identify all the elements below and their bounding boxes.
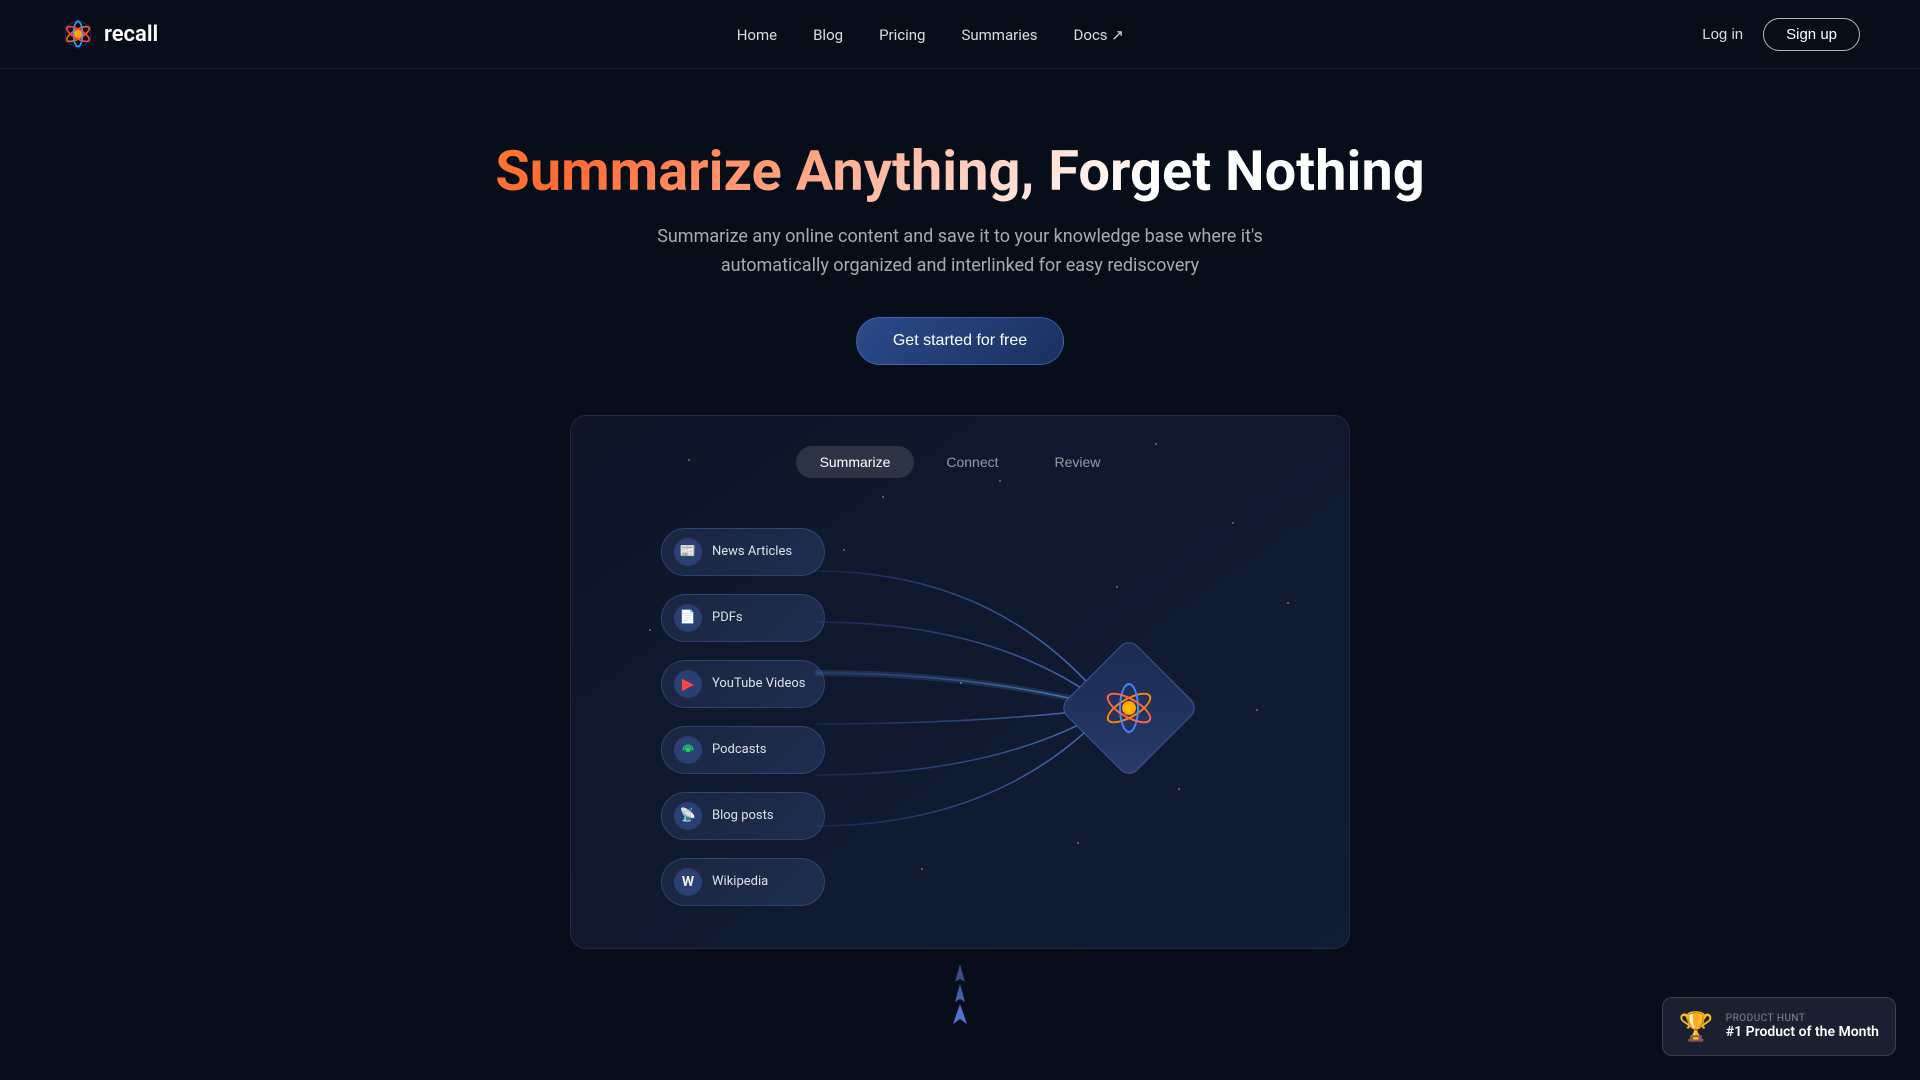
trophy-icon: 🏆: [1679, 1010, 1714, 1043]
source-node-youtube[interactable]: ▶ YouTube Videos: [661, 660, 825, 708]
demo-tabs: Summarize Connect Review: [601, 446, 1319, 478]
ph-text-group: PRODUCT HUNT #1 Product of the Month: [1726, 1013, 1879, 1040]
signup-button[interactable]: Sign up: [1763, 18, 1860, 51]
source-node-podcasts[interactable]: Podcasts: [661, 726, 825, 774]
orb-center-dot: [1122, 701, 1136, 715]
diagram-area: 📰 News Articles 📄 PDFs ▶ YouTube Videos …: [601, 518, 1319, 898]
logo-link[interactable]: recall: [60, 16, 158, 52]
navbar: recall Home Blog Pricing Summaries Docs …: [0, 0, 1920, 69]
tab-review[interactable]: Review: [1031, 446, 1125, 478]
logo-text: recall: [104, 22, 158, 47]
pdf-icon: 📄: [674, 604, 702, 632]
hero-title: Summarize Anything, Forget Nothing: [20, 139, 1900, 203]
source-nodes: 📰 News Articles 📄 PDFs ▶ YouTube Videos …: [661, 528, 825, 906]
pdf-label: PDFs: [712, 610, 743, 625]
podcast-icon: [674, 736, 702, 764]
ph-label: PRODUCT HUNT: [1726, 1013, 1879, 1024]
nav-actions: Log in Sign up: [1702, 18, 1860, 51]
ph-title: #1 Product of the Month: [1726, 1024, 1879, 1040]
tab-connect[interactable]: Connect: [922, 446, 1022, 478]
wikipedia-icon: W: [674, 868, 702, 896]
hero-section: Summarize Anything, Forget Nothing Summa…: [0, 69, 1920, 949]
nav-summaries[interactable]: Summaries: [961, 26, 1037, 44]
cta-button[interactable]: Get started for free: [856, 317, 1064, 365]
source-node-blog[interactable]: 📡 Blog posts: [661, 792, 825, 840]
source-node-wikipedia[interactable]: W Wikipedia: [661, 858, 825, 906]
source-node-news[interactable]: 📰 News Articles: [661, 528, 825, 576]
nav-blog[interactable]: Blog: [813, 26, 843, 44]
center-orb: [1079, 658, 1179, 758]
orb-atom: [1099, 678, 1159, 738]
nav-home[interactable]: Home: [737, 26, 777, 44]
wikipedia-label: Wikipedia: [712, 874, 768, 889]
orb-diamond: [1058, 637, 1199, 778]
source-node-pdfs[interactable]: 📄 PDFs: [661, 594, 825, 642]
news-label: News Articles: [712, 544, 792, 559]
blog-icon: 📡: [674, 802, 702, 830]
scroll-arrow: [945, 954, 975, 1038]
nav-links: Home Blog Pricing Summaries Docs ↗: [737, 25, 1124, 44]
hero-subtitle: Summarize any online content and save it…: [610, 223, 1310, 281]
nav-pricing[interactable]: Pricing: [879, 26, 925, 44]
tab-summarize[interactable]: Summarize: [796, 446, 915, 478]
login-button[interactable]: Log in: [1702, 26, 1743, 43]
youtube-icon: ▶: [674, 670, 702, 698]
product-hunt-badge[interactable]: 🏆 PRODUCT HUNT #1 Product of the Month: [1662, 997, 1896, 1056]
news-icon: 📰: [674, 538, 702, 566]
demo-panel: Summarize Connect Review 📰 News Articles…: [570, 415, 1350, 949]
orb-inner: [1099, 678, 1159, 738]
youtube-label: YouTube Videos: [712, 676, 806, 691]
blog-label: Blog posts: [712, 808, 774, 823]
podcast-label: Podcasts: [712, 742, 766, 757]
nav-docs[interactable]: Docs ↗: [1074, 26, 1124, 44]
